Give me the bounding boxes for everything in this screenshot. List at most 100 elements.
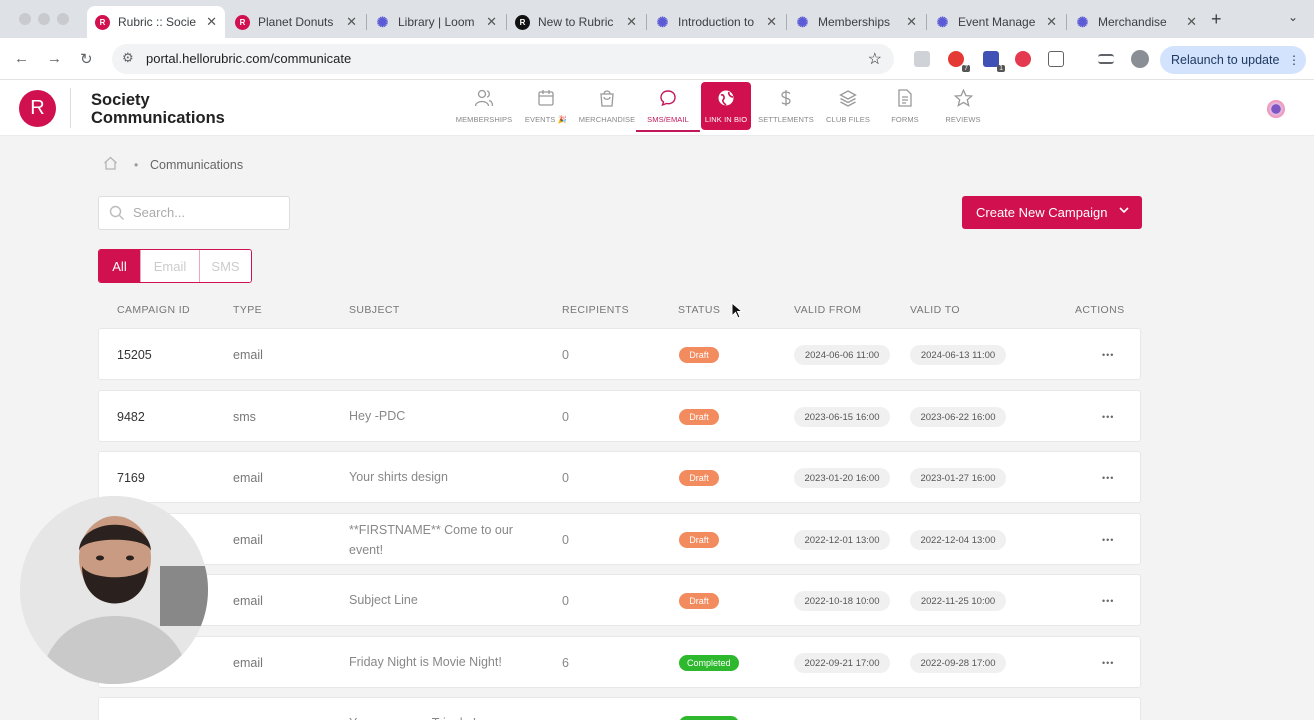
mouse-cursor-icon	[731, 301, 744, 325]
campaign-recipients: 0	[562, 410, 569, 424]
browser-tab[interactable]: ✺ Library | Loom ✕	[367, 6, 505, 38]
site-settings-icon[interactable]: ⚙	[122, 50, 134, 66]
loom-favicon-icon: ✺	[656, 13, 669, 30]
reload-icon[interactable]: ↻	[80, 50, 93, 68]
extension-icon[interactable]	[914, 51, 930, 67]
webcam-overlay	[20, 496, 208, 684]
filter-sms[interactable]: SMS	[199, 250, 251, 282]
valid-to-date: 2023-06-22 16:00	[910, 407, 1006, 427]
breadcrumb-separator: •	[134, 158, 139, 172]
more-actions-icon[interactable]: •••	[1102, 473, 1114, 483]
browser-tab[interactable]: R Planet Donuts ✕	[227, 6, 365, 38]
search-box	[98, 196, 290, 230]
rubric-favicon-icon: R	[235, 14, 250, 30]
window-zoom-dot[interactable]	[57, 13, 69, 25]
filter-email[interactable]: Email	[140, 250, 199, 282]
nav-sms-email[interactable]: SMS/EMAIL	[636, 82, 700, 132]
record-extension-icon[interactable]	[1015, 51, 1031, 67]
tab-search-chevron-icon[interactable]: ⌄	[1288, 10, 1298, 24]
address-bar[interactable]: ⚙ portal.hellorubric.com/communicate ☆	[112, 44, 894, 74]
campaign-subject: **FIRSTNAME** Come to our event!	[349, 523, 513, 557]
table-row[interactable]: 9482 sms Hey -PDC 0 Draft 2023-06-15 16:00 202…	[98, 390, 1141, 442]
bookmark-star-icon[interactable]: ☆	[868, 49, 882, 69]
table-header: CAMPAIGN ID TYPE SUBJECT RECIPIENTS STAT…	[98, 300, 1142, 320]
extension-badge: 7	[962, 65, 970, 72]
col-valid-to[interactable]: VALID TO	[910, 304, 960, 316]
puzzle-extensions-icon[interactable]	[1048, 51, 1064, 67]
browser-tab-title: Memberships	[818, 15, 891, 29]
campaign-id: 7169	[117, 471, 145, 485]
table-row[interactable]: 15205 email 0 Draft 2024-06-06 11:00 2024-06-…	[98, 328, 1141, 380]
more-actions-icon[interactable]: •••	[1102, 596, 1114, 606]
valid-from-date: 2022-10-18 10:00	[794, 591, 890, 611]
profile-avatar[interactable]	[1131, 50, 1149, 68]
window-minimize-dot[interactable]	[38, 13, 50, 25]
campaign-recipients: 0	[562, 594, 569, 608]
relaunch-update-button[interactable]: Relaunch to update ⋮	[1160, 46, 1306, 74]
browser-tab-title: Introduction to	[678, 15, 755, 29]
forward-arrow-icon[interactable]: →	[47, 50, 62, 67]
loom-favicon-icon: ✺	[376, 13, 389, 30]
nav-club-files[interactable]: CLUB FILES	[816, 82, 880, 130]
close-tab-icon[interactable]: ✕	[766, 14, 777, 30]
table-row[interactable]: 7169 email Your shirts design 0 Draft 2023-01…	[98, 451, 1141, 503]
browser-tab[interactable]: ✺ Memberships ✕	[787, 6, 925, 38]
close-tab-icon[interactable]: ✕	[1186, 14, 1197, 30]
nav-events[interactable]: EVENTS 🎉	[514, 82, 578, 130]
filter-all[interactable]: All	[99, 250, 140, 282]
close-tab-icon[interactable]: ✕	[206, 14, 217, 30]
nav-label: MERCHANDISE	[578, 115, 636, 124]
browser-tab[interactable]: R New to Rubric ✕	[507, 6, 645, 38]
nav-label: SMS/EMAIL	[647, 115, 689, 124]
media-controls-icon[interactable]	[1098, 54, 1114, 64]
window-close-dot[interactable]	[19, 13, 31, 25]
close-tab-icon[interactable]: ✕	[906, 14, 917, 30]
rubric-favicon-icon: R	[515, 14, 530, 30]
close-tab-icon[interactable]: ✕	[486, 14, 497, 30]
home-icon[interactable]	[103, 156, 118, 175]
nav-merchandise[interactable]: MERCHANDISE	[575, 82, 639, 130]
search-input[interactable]	[133, 205, 283, 220]
account-avatar[interactable]	[1267, 100, 1285, 118]
campaign-type: email	[233, 656, 263, 670]
table-row[interactable]: email **FIRSTNAME** Come to our event! 0 Dr…	[98, 513, 1141, 565]
browser-tab[interactable]: ✺ Event Manage ✕	[927, 6, 1065, 38]
bag-icon	[598, 87, 616, 109]
close-tab-icon[interactable]: ✕	[346, 14, 357, 30]
col-recipients[interactable]: RECIPIENTS	[562, 304, 629, 316]
table-row[interactable]: email Subject Line 0 Draft 2022-10-18 10:00 2…	[98, 574, 1141, 626]
browser-tab-title: Rubric :: Socie	[118, 15, 197, 29]
col-type[interactable]: TYPE	[233, 304, 262, 316]
screen-extension-icon[interactable]: 1	[983, 51, 1005, 72]
nav-memberships[interactable]: MEMBERSHIPS	[452, 82, 516, 130]
browser-tab[interactable]: ✺ Introduction to ✕	[647, 6, 785, 38]
more-actions-icon[interactable]: •••	[1102, 658, 1114, 668]
create-campaign-button[interactable]: Create New Campaign	[962, 196, 1142, 229]
close-tab-icon[interactable]: ✕	[626, 14, 637, 30]
kebab-menu-icon[interactable]: ⋮	[1288, 53, 1300, 67]
back-arrow-icon[interactable]: ←	[14, 50, 29, 67]
browser-tab-title: Merchandise	[1098, 15, 1167, 29]
nav-link-in-bio[interactable]: LINK IN BIO	[701, 82, 751, 130]
nav-reviews[interactable]: REVIEWS	[931, 82, 995, 130]
close-tab-icon[interactable]: ✕	[1046, 14, 1057, 30]
more-actions-icon[interactable]: •••	[1102, 412, 1114, 422]
more-actions-icon[interactable]: •••	[1102, 350, 1114, 360]
org-name: Society Communications	[91, 91, 225, 127]
browser-tab[interactable]: ✺ Merchandise ✕	[1067, 6, 1205, 38]
more-actions-icon[interactable]: •••	[1102, 535, 1114, 545]
type-filter-group: All Email SMS	[98, 249, 252, 283]
table-row[interactable]: email Friday Night is Movie Night! 6 Comple…	[98, 636, 1141, 688]
col-valid-from[interactable]: VALID FROM	[794, 304, 861, 316]
new-tab-button[interactable]: +	[1211, 9, 1222, 30]
table-row[interactable]: You are now a Tripple LayerCompleted•••	[98, 697, 1141, 720]
nav-settlements[interactable]: SETTLEMENTS	[754, 82, 818, 130]
rubric-logo[interactable]: R	[19, 90, 56, 127]
nav-forms[interactable]: FORMS	[873, 82, 937, 130]
col-subject[interactable]: SUBJECT	[349, 304, 400, 316]
browser-tab-title: Library | Loom	[398, 15, 475, 29]
col-status[interactable]: STATUS	[678, 304, 720, 316]
col-campaign-id[interactable]: CAMPAIGN ID	[117, 304, 190, 316]
shield-extension-icon[interactable]: 7	[948, 51, 970, 72]
browser-tab[interactable]: R Rubric :: Socie ✕	[87, 6, 225, 38]
